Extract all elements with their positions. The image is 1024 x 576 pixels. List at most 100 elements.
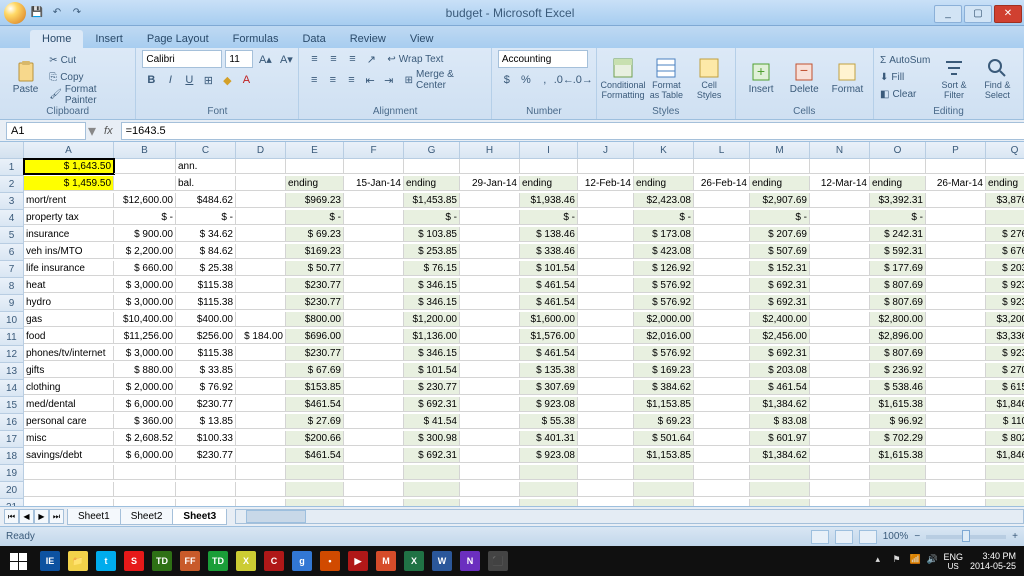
cell-L9[interactable] [694,295,750,310]
cell-F18[interactable] [344,448,404,463]
cell-E6[interactable]: $169.23 [286,244,344,259]
cell-B17[interactable]: $ 2,608.52 [114,431,176,446]
cell-C16[interactable]: $ 13.85 [176,414,236,429]
sheet-nav-2[interactable]: ▶ [34,509,49,524]
row-header-11[interactable]: 11 [0,329,24,346]
cell-N7[interactable] [810,261,870,276]
cell-L13[interactable] [694,363,750,378]
taskbar-app-10[interactable]: • [316,546,344,576]
row-header-6[interactable]: 6 [0,244,24,261]
cell-I2[interactable]: ending [520,176,578,191]
ribbon-tab-review[interactable]: Review [338,30,398,48]
cell-K11[interactable]: $2,016.00 [634,329,694,344]
cell-O12[interactable]: $ 807.69 [870,346,926,361]
cell-O2[interactable]: ending [870,176,926,191]
cell-K3[interactable]: $2,423.08 [634,193,694,208]
cell-P6[interactable] [926,244,986,259]
col-header-K[interactable]: K [634,142,694,159]
cell-Q13[interactable]: $ 270.77 [986,363,1024,378]
select-all-corner[interactable] [0,142,24,159]
cell-B11[interactable]: $11,256.00 [114,329,176,344]
cell-A19[interactable] [24,465,114,480]
cell-Q21[interactable] [986,499,1024,506]
autosum-button[interactable]: ΣAutoSum [880,53,930,68]
cell-O11[interactable]: $2,896.00 [870,329,926,344]
cell-H18[interactable] [460,448,520,463]
orientation-button[interactable]: ↗ [362,50,380,68]
minimize-button[interactable]: _ [934,5,962,23]
row-header-10[interactable]: 10 [0,312,24,329]
cell-G4[interactable]: $ - [404,210,460,225]
row-header-8[interactable]: 8 [0,278,24,295]
taskbar-app-4[interactable]: TD [148,546,176,576]
cell-B19[interactable] [114,465,176,480]
cell-P2[interactable]: 26-Mar-14 [926,176,986,191]
cell-B12[interactable]: $ 3,000.00 [114,346,176,361]
align-right-button[interactable]: ≡ [343,71,361,89]
cell-N19[interactable] [810,465,870,480]
taskbar-app-2[interactable]: t [92,546,120,576]
cell-C7[interactable]: $ 25.38 [176,261,236,276]
cell-B13[interactable]: $ 880.00 [114,363,176,378]
cell-C18[interactable]: $230.77 [176,448,236,463]
cell-D14[interactable] [236,380,286,395]
cell-J4[interactable] [578,210,634,225]
cell-K21[interactable] [634,499,694,506]
cell-H8[interactable] [460,278,520,293]
cell-P8[interactable] [926,278,986,293]
row-header-3[interactable]: 3 [0,193,24,210]
fx-button[interactable]: fx [104,125,113,137]
cell-K17[interactable]: $ 501.64 [634,431,694,446]
cell-H5[interactable] [460,227,520,242]
cell-F5[interactable] [344,227,404,242]
cell-H17[interactable] [460,431,520,446]
cell-N15[interactable] [810,397,870,412]
row-header-15[interactable]: 15 [0,397,24,414]
cell-N11[interactable] [810,329,870,344]
cell-N20[interactable] [810,482,870,497]
cell-E18[interactable]: $461.54 [286,448,344,463]
cell-M7[interactable]: $ 152.31 [750,261,810,276]
cell-C14[interactable]: $ 76.92 [176,380,236,395]
cell-D18[interactable] [236,448,286,463]
cell-D17[interactable] [236,431,286,446]
cell-J6[interactable] [578,244,634,259]
cell-B9[interactable]: $ 3,000.00 [114,295,176,310]
cell-F3[interactable] [344,193,404,208]
cell-I1[interactable] [520,159,578,174]
taskbar-app-9[interactable]: g [288,546,316,576]
cell-F8[interactable] [344,278,404,293]
cell-C13[interactable]: $ 33.85 [176,363,236,378]
cell-P12[interactable] [926,346,986,361]
cell-A9[interactable]: hydro [24,295,114,310]
cell-D8[interactable] [236,278,286,293]
cell-B6[interactable]: $ 2,200.00 [114,244,176,259]
cell-C17[interactable]: $100.33 [176,431,236,446]
cell-K1[interactable] [634,159,694,174]
cell-L2[interactable]: 26-Feb-14 [694,176,750,191]
cell-F15[interactable] [344,397,404,412]
cell-D3[interactable] [236,193,286,208]
cell-B20[interactable] [114,482,176,497]
cell-E7[interactable]: $ 50.77 [286,261,344,276]
cell-P16[interactable] [926,414,986,429]
row-header-7[interactable]: 7 [0,261,24,278]
cell-I21[interactable] [520,499,578,506]
format-as-table-button[interactable]: Format as Table [647,52,686,104]
col-header-N[interactable]: N [810,142,870,159]
paste-button[interactable]: Paste [6,52,45,104]
cell-D20[interactable] [236,482,286,497]
cell-E10[interactable]: $800.00 [286,312,344,327]
cell-P18[interactable] [926,448,986,463]
col-header-L[interactable]: L [694,142,750,159]
cell-F13[interactable] [344,363,404,378]
cell-A17[interactable]: misc [24,431,114,446]
cell-M16[interactable]: $ 83.08 [750,414,810,429]
view-normal-button[interactable] [811,530,829,544]
taskbar-app-6[interactable]: TD [204,546,232,576]
cell-F9[interactable] [344,295,404,310]
cell-C3[interactable]: $484.62 [176,193,236,208]
cell-C2[interactable]: bal. [176,176,236,191]
taskbar-app-8[interactable]: C [260,546,288,576]
font-size-combo[interactable]: 11 [225,50,253,68]
